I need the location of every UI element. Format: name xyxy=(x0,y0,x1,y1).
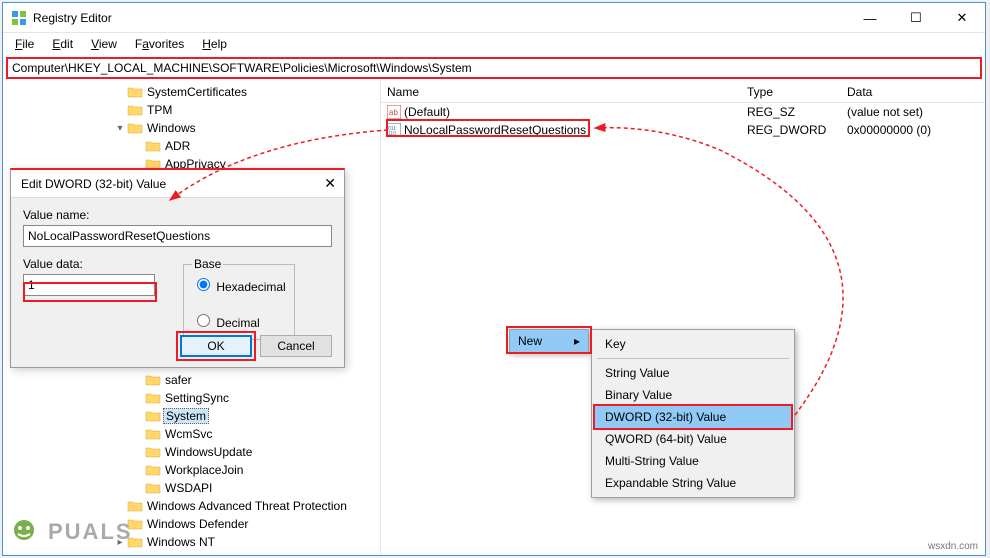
tree-label: TPM xyxy=(147,103,172,117)
col-type[interactable]: Type xyxy=(741,85,841,99)
window-title: Registry Editor xyxy=(33,11,112,25)
context-item[interactable]: QWORD (64-bit) Value xyxy=(595,428,791,450)
folder-icon xyxy=(145,481,161,495)
address-bar[interactable]: Computer\HKEY_LOCAL_MACHINE\SOFTWARE\Pol… xyxy=(6,57,982,79)
menu-favorites[interactable]: Favorites xyxy=(127,35,192,53)
context-item[interactable]: Binary Value xyxy=(595,384,791,406)
folder-icon xyxy=(127,499,143,513)
tree-label: WindowsUpdate xyxy=(165,445,252,459)
value-type: REG_DWORD xyxy=(741,123,841,137)
value-name-input[interactable] xyxy=(23,225,332,247)
tree-label: Windows Advanced Threat Protection xyxy=(147,499,347,513)
title-bar[interactable]: Registry Editor — ☐ ✕ xyxy=(3,3,985,33)
value-type: REG_SZ xyxy=(741,105,841,119)
base-label: Base xyxy=(192,257,223,271)
context-item[interactable]: Expandable String Value xyxy=(595,472,791,494)
menu-file[interactable]: File xyxy=(7,35,42,53)
close-button[interactable]: ✕ xyxy=(939,3,985,33)
expand-icon[interactable]: ▸ xyxy=(98,555,112,556)
context-item[interactable]: Multi-String Value xyxy=(595,450,791,472)
edit-dword-dialog: Edit DWORD (32-bit) Value ✕ Value name: … xyxy=(10,168,345,368)
menu-edit[interactable]: Edit xyxy=(44,35,81,53)
folder-icon xyxy=(145,409,161,423)
value-icon: 011110 xyxy=(387,123,401,137)
tree-label: WcmSvc xyxy=(165,427,212,441)
value-data-input[interactable] xyxy=(23,274,155,296)
tree-item[interactable]: WindowsUpdate xyxy=(3,443,380,461)
dialog-close-icon[interactable]: ✕ xyxy=(324,175,336,192)
folder-icon xyxy=(145,391,161,405)
folder-icon xyxy=(127,121,143,135)
tree-label: Windows Defender xyxy=(147,517,248,531)
value-name-label: Value name: xyxy=(23,208,332,222)
tree-label: Mozilla xyxy=(132,553,169,555)
tree-item[interactable]: System xyxy=(3,407,380,425)
folder-icon xyxy=(145,445,161,459)
value-name: NoLocalPasswordResetQuestions xyxy=(404,123,586,137)
tree-item[interactable]: ▾ Windows xyxy=(3,119,380,137)
list-header[interactable]: Name Type Data xyxy=(381,81,985,103)
tree-item[interactable]: safer xyxy=(3,371,380,389)
tree-label: System xyxy=(163,408,209,424)
app-icon xyxy=(11,10,27,26)
svg-text:110: 110 xyxy=(388,131,396,137)
brand-logo: PUALS xyxy=(4,512,133,552)
tree-label: WorkplaceJoin xyxy=(165,463,243,477)
value-data-label: Value data: xyxy=(23,257,163,271)
value-icon: ab xyxy=(387,105,401,119)
radio-dec[interactable]: Decimal xyxy=(192,311,286,330)
context-item[interactable]: String Value xyxy=(595,362,791,384)
expand-icon[interactable]: ▾ xyxy=(113,123,127,134)
watermark: wsxdn.com xyxy=(928,541,978,552)
tree-item[interactable]: ADR xyxy=(3,137,380,155)
tree-label: WSDAPI xyxy=(165,481,212,495)
context-submenu-new: Key String ValueBinary ValueDWORD (32-bit… xyxy=(591,329,795,498)
minimize-button[interactable]: — xyxy=(847,3,893,33)
base-group: Base Hexadecimal Decimal xyxy=(183,257,295,340)
separator xyxy=(597,358,789,359)
folder-icon xyxy=(145,427,161,441)
tree-label: SystemCertificates xyxy=(147,85,247,99)
menu-view[interactable]: View xyxy=(83,35,125,53)
folder-icon xyxy=(145,373,161,387)
tree-label: ADR xyxy=(165,139,190,153)
folder-icon xyxy=(145,463,161,477)
context-item[interactable]: DWORD (32-bit) Value xyxy=(595,406,791,428)
address-text: Computer\HKEY_LOCAL_MACHINE\SOFTWARE\Pol… xyxy=(12,61,472,75)
tree-item[interactable]: SystemCertificates xyxy=(3,83,380,101)
folder-icon xyxy=(127,85,143,99)
tree-item[interactable]: WSDAPI xyxy=(3,479,380,497)
folder-icon xyxy=(112,553,128,555)
dialog-title: Edit DWORD (32-bit) Value xyxy=(21,177,166,191)
list-row[interactable]: 011110NoLocalPasswordResetQuestions REG_D… xyxy=(381,121,985,139)
svg-text:ab: ab xyxy=(389,108,398,117)
value-data: 0x00000000 (0) xyxy=(841,123,985,137)
value-name: (Default) xyxy=(404,105,450,119)
dialog-title-bar[interactable]: Edit DWORD (32-bit) Value ✕ xyxy=(11,170,344,198)
cancel-button[interactable]: Cancel xyxy=(260,335,332,357)
tree-label: Windows xyxy=(147,121,196,135)
list-row[interactable]: ab (Default) REG_SZ(value not set) xyxy=(381,103,985,121)
tree-label: SettingSync xyxy=(165,391,229,405)
tree-item[interactable]: WorkplaceJoin xyxy=(3,461,380,479)
tree-label: safer xyxy=(165,373,192,387)
value-data: (value not set) xyxy=(841,105,985,119)
col-data[interactable]: Data xyxy=(841,85,985,99)
folder-icon xyxy=(127,103,143,117)
tree-item[interactable]: WcmSvc xyxy=(3,425,380,443)
col-name[interactable]: Name xyxy=(381,85,741,99)
folder-icon xyxy=(145,139,161,153)
tree-item[interactable]: TPM xyxy=(3,101,380,119)
menu-bar: File Edit View Favorites Help xyxy=(3,33,985,55)
tree-label: Windows NT xyxy=(147,535,215,549)
ok-button[interactable]: OK xyxy=(180,335,252,357)
context-item[interactable]: Key xyxy=(595,333,791,355)
maximize-button[interactable]: ☐ xyxy=(893,3,939,33)
tree-item[interactable]: SettingSync xyxy=(3,389,380,407)
highlight-new xyxy=(506,326,592,354)
radio-hex[interactable]: Hexadecimal xyxy=(192,275,286,294)
menu-help[interactable]: Help xyxy=(194,35,235,53)
